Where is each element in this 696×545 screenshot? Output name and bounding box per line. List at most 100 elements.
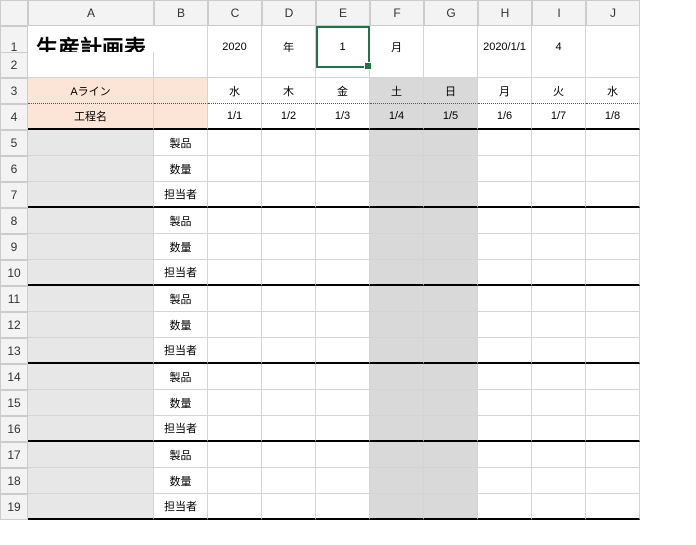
data-cell-r18-c1[interactable] [262,468,316,494]
field-label-担当者-r10[interactable]: 担当者 [154,260,208,286]
field-label-数量-r9[interactable]: 数量 [154,234,208,260]
data-cell-r10-c3[interactable] [370,260,424,286]
process-name-col-r7[interactable] [28,182,154,208]
col-header-H[interactable]: H [478,0,532,26]
field-label-製品-r14[interactable]: 製品 [154,364,208,390]
data-cell-r17-c3[interactable] [370,442,424,468]
data-cell-r18-c6[interactable] [532,468,586,494]
data-cell-r15-c0[interactable] [208,390,262,416]
data-cell-r8-c6[interactable] [532,208,586,234]
field-label-製品-r8[interactable]: 製品 [154,208,208,234]
data-cell-r7-c4[interactable] [424,182,478,208]
data-cell-r13-c6[interactable] [532,338,586,364]
field-label-製品-r11[interactable]: 製品 [154,286,208,312]
data-cell-r19-c3[interactable] [370,494,424,520]
data-cell-r17-c7[interactable] [586,442,640,468]
data-cell-r11-c0[interactable] [208,286,262,312]
data-cell-r7-c6[interactable] [532,182,586,208]
data-cell-r16-c3[interactable] [370,416,424,442]
data-cell-r17-c4[interactable] [424,442,478,468]
data-cell-r6-c0[interactable] [208,156,262,182]
data-cell-r9-c7[interactable] [586,234,640,260]
data-cell-r7-c7[interactable] [586,182,640,208]
col-header-G[interactable]: G [424,0,478,26]
data-cell-r6-c7[interactable] [586,156,640,182]
date-7[interactable]: 1/8 [586,104,640,130]
row-header-12[interactable]: 12 [0,312,28,338]
row-header-18[interactable]: 18 [0,468,28,494]
data-cell-r17-c0[interactable] [208,442,262,468]
data-cell-r7-c2[interactable] [316,182,370,208]
weekday-0[interactable]: 水 [208,78,262,104]
data-cell-r9-c2[interactable] [316,234,370,260]
date-5[interactable]: 1/6 [478,104,532,130]
data-cell-r12-c7[interactable] [586,312,640,338]
col-header-A[interactable]: A [28,0,154,26]
row-header-4[interactable]: 4 [0,104,28,130]
data-cell-r15-c6[interactable] [532,390,586,416]
data-cell-r10-c6[interactable] [532,260,586,286]
data-cell-r17-c1[interactable] [262,442,316,468]
cell-B3[interactable] [154,78,208,104]
data-cell-r14-c0[interactable] [208,364,262,390]
data-cell-r8-c3[interactable] [370,208,424,234]
row-header-2[interactable]: 2 [0,52,28,78]
row-header-11[interactable]: 11 [0,286,28,312]
col-header-E[interactable]: E [316,0,370,26]
process-name-col-r18[interactable] [28,468,154,494]
row-header-7[interactable]: 7 [0,182,28,208]
process-name-col-r14[interactable] [28,364,154,390]
data-cell-r5-c6[interactable] [532,130,586,156]
data-cell-r15-c3[interactable] [370,390,424,416]
data-cell-r19-c6[interactable] [532,494,586,520]
weekday-7[interactable]: 水 [586,78,640,104]
process-label[interactable]: 工程名 [28,104,154,130]
data-cell-r11-c2[interactable] [316,286,370,312]
cell-r2-9[interactable] [586,52,640,78]
data-cell-r13-c7[interactable] [586,338,640,364]
data-cell-r18-c7[interactable] [586,468,640,494]
cell-r2-8[interactable] [532,52,586,78]
field-label-製品-r17[interactable]: 製品 [154,442,208,468]
data-cell-r16-c6[interactable] [532,416,586,442]
process-name-col-r10[interactable] [28,260,154,286]
field-label-数量-r12[interactable]: 数量 [154,312,208,338]
data-cell-r19-c5[interactable] [478,494,532,520]
row-header-8[interactable]: 8 [0,208,28,234]
data-cell-r6-c3[interactable] [370,156,424,182]
process-name-col-r9[interactable] [28,234,154,260]
data-cell-r18-c3[interactable] [370,468,424,494]
field-label-数量-r15[interactable]: 数量 [154,390,208,416]
cell-r2-6[interactable] [424,52,478,78]
data-cell-r14-c7[interactable] [586,364,640,390]
weekday-1[interactable]: 木 [262,78,316,104]
data-cell-r18-c4[interactable] [424,468,478,494]
field-label-数量-r18[interactable]: 数量 [154,468,208,494]
data-cell-r15-c7[interactable] [586,390,640,416]
col-header-J[interactable]: J [586,0,640,26]
field-label-担当者-r7[interactable]: 担当者 [154,182,208,208]
process-name-col-r5[interactable] [28,130,154,156]
field-label-担当者-r13[interactable]: 担当者 [154,338,208,364]
data-cell-r15-c1[interactable] [262,390,316,416]
row-header-5[interactable]: 5 [0,130,28,156]
date-3[interactable]: 1/4 [370,104,424,130]
data-cell-r18-c5[interactable] [478,468,532,494]
data-cell-r5-c0[interactable] [208,130,262,156]
data-cell-r11-c1[interactable] [262,286,316,312]
row-header-19[interactable]: 19 [0,494,28,520]
cell-r2-5[interactable] [370,52,424,78]
data-cell-r14-c5[interactable] [478,364,532,390]
data-cell-r11-c7[interactable] [586,286,640,312]
data-cell-r13-c5[interactable] [478,338,532,364]
date-6[interactable]: 1/7 [532,104,586,130]
cell-r2-1[interactable] [154,52,208,78]
month-value[interactable]: 1 [316,26,370,68]
cell-r2-7[interactable] [478,52,532,78]
data-cell-r14-c1[interactable] [262,364,316,390]
data-cell-r13-c3[interactable] [370,338,424,364]
data-cell-r16-c1[interactable] [262,416,316,442]
data-cell-r7-c1[interactable] [262,182,316,208]
row-header-9[interactable]: 9 [0,234,28,260]
data-cell-r13-c0[interactable] [208,338,262,364]
